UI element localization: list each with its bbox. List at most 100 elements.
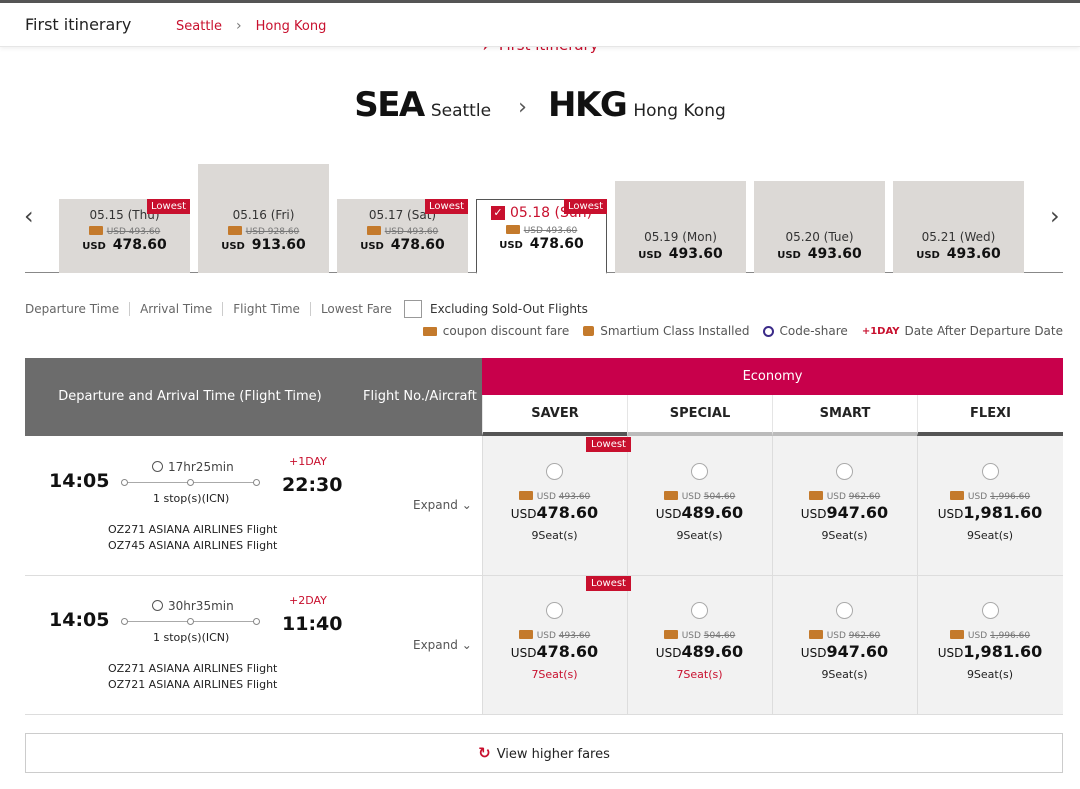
col-flight-aircraft: Flight No./Aircraft	[363, 389, 477, 404]
origin-code: SEA	[354, 85, 425, 125]
destination-code: HKG	[548, 85, 628, 125]
fare-header-flexi: FLEXI	[917, 395, 1063, 436]
route-heading: SEA Seattle › HKG Hong Kong	[0, 85, 1080, 125]
fare-header-special: SPECIAL	[627, 395, 772, 436]
legend-codeshare: Code-share	[763, 324, 848, 338]
fare-radio[interactable]	[546, 602, 563, 619]
breadcrumb-origin[interactable]: Seattle	[176, 19, 222, 34]
coupon-icon	[808, 630, 823, 639]
arrow-right-icon: ›	[518, 95, 527, 120]
flight-leg[interactable]: OZ271 ASIANA AIRLINES Flight	[108, 522, 277, 538]
clock-icon	[152, 600, 163, 611]
flight-duration: 30hr35min	[152, 599, 234, 613]
breadcrumb: Seattle › Hong Kong	[176, 18, 326, 34]
cabin-economy-header: Economy	[482, 358, 1063, 395]
legend-smartium: Smartium Class Installed	[583, 324, 749, 338]
exclude-sold-out-checkbox[interactable]	[404, 300, 422, 318]
fare-price: USD478.60	[510, 642, 599, 661]
sort-departure-time[interactable]: Departure Time	[25, 302, 129, 316]
fare-price: USD489.60	[655, 503, 744, 522]
fare-cell-saver[interactable]: USD 493.60 USD478.60 7Seat(s)	[482, 602, 627, 681]
fare-cell-smart[interactable]: USD 962.60 USD947.60 9Seat(s)	[772, 602, 917, 681]
sort-lowest-fare[interactable]: Lowest Fare	[309, 302, 402, 316]
date-card[interactable]: 05.21 (Wed) USD 493.60	[893, 181, 1024, 273]
timeline-end-dot	[253, 618, 260, 625]
date-card[interactable]: 05.17 (Sat) USD 493.60 USD 478.60 Lowest	[337, 199, 468, 273]
chevron-left-icon[interactable]: ‹	[24, 202, 34, 230]
flight-duration: 17hr25min	[152, 460, 234, 474]
date-old-fare: USD 493.60	[337, 226, 468, 237]
seats-left: 7Seat(s)	[676, 668, 723, 681]
fare-radio[interactable]	[836, 463, 853, 480]
fare-cell-flexi[interactable]: USD 1,996.60 USD1,981.60 9Seat(s)	[917, 463, 1063, 542]
flight-leg[interactable]: OZ745 ASIANA AIRLINES Flight	[108, 538, 277, 554]
fare-radio[interactable]	[691, 463, 708, 480]
seats-left: 9Seat(s)	[676, 529, 723, 542]
old-fare: USD 504.60	[627, 630, 772, 641]
date-fare: USD 478.60	[82, 237, 167, 253]
old-fare: USD 962.60	[772, 630, 917, 641]
flight-legs: OZ271 ASIANA AIRLINES Flight OZ745 ASIAN…	[108, 522, 277, 554]
coupon-icon	[518, 630, 533, 639]
fare-radio[interactable]	[691, 602, 708, 619]
refresh-icon: ↻	[478, 744, 491, 762]
date-card-selected[interactable]: ✓ 05.18 (Sun) USD 493.60 USD 478.60 Lowes…	[476, 199, 607, 274]
fare-cell-flexi[interactable]: USD 1,996.60 USD1,981.60 9Seat(s)	[917, 602, 1063, 681]
chevron-right-icon[interactable]: ›	[1050, 202, 1060, 230]
fare-cell-special[interactable]: USD 504.60 USD489.60 7Seat(s)	[627, 602, 772, 681]
check-icon: ✓	[490, 206, 505, 220]
exclude-sold-out-label: Excluding Sold-Out Flights	[430, 302, 588, 316]
fare-price: USD1,981.60	[937, 642, 1043, 661]
plus-day-tag: +2DAY	[289, 594, 327, 607]
sort-arrival-time[interactable]: Arrival Time	[129, 302, 222, 316]
expand-button[interactable]: Expand ⌄	[413, 498, 472, 512]
origin-city: Seattle	[430, 101, 492, 121]
date-label: 05.19 (Mon)	[644, 230, 717, 244]
fare-cell-smart[interactable]: USD 962.60 USD947.60 9Seat(s)	[772, 463, 917, 542]
seats-left: 9Seat(s)	[821, 668, 868, 681]
breadcrumb-destination[interactable]: Hong Kong	[256, 19, 327, 34]
flight-leg[interactable]: OZ271 ASIANA AIRLINES Flight	[108, 661, 277, 677]
sort-flight-time[interactable]: Flight Time	[222, 302, 310, 316]
date-card[interactable]: 05.19 (Mon) USD 493.60	[615, 181, 746, 273]
coupon-icon	[227, 226, 242, 235]
fare-cell-saver[interactable]: USD 493.60 USD478.60 9Seat(s)	[482, 463, 627, 542]
view-higher-fares-button[interactable]: ↻ View higher fares	[25, 733, 1063, 773]
view-higher-fares-label: View higher fares	[496, 747, 610, 762]
date-card[interactable]: 05.20 (Tue) USD 493.60	[754, 181, 885, 273]
lowest-badge: Lowest	[564, 199, 607, 214]
coupon-icon	[366, 226, 381, 235]
chevron-right-icon: ›	[236, 18, 242, 34]
fare-price: USD489.60	[655, 642, 744, 661]
date-card[interactable]: 05.15 (Thu) USD 493.60 USD 478.60 Lowest	[59, 199, 190, 273]
arrival-time: 22:30	[282, 474, 343, 496]
date-label: 05.16 (Fri)	[232, 208, 295, 222]
date-card[interactable]: 05.16 (Fri) USD 928.60 USD 913.60	[198, 164, 329, 273]
timeline-start-dot	[121, 479, 128, 486]
timeline	[121, 618, 260, 625]
timeline-stop-dot	[187, 479, 194, 486]
plus-day-tag: +1DAY	[289, 455, 327, 468]
arrival-time: 11:40	[282, 613, 343, 635]
old-fare: USD 1,996.60	[917, 630, 1063, 641]
fare-radio[interactable]	[836, 602, 853, 619]
lowest-badge: Lowest	[586, 576, 631, 591]
fare-radio[interactable]	[981, 463, 999, 480]
timeline	[121, 479, 260, 486]
fare-cell-special[interactable]: USD 504.60 USD489.60 9Seat(s)	[627, 463, 772, 542]
exclude-sold-out-filter[interactable]: Excluding Sold-Out Flights	[404, 300, 588, 318]
destination-city: Hong Kong	[633, 101, 726, 121]
date-fare: USD 493.60	[777, 246, 862, 262]
legend-plusday: +1DAY Date After Departure Date	[861, 324, 1063, 338]
fare-radio[interactable]	[546, 463, 563, 480]
col-departure-arrival: Departure and Arrival Time (Flight Time)	[58, 389, 322, 404]
coupon-icon	[663, 630, 678, 639]
fare-radio[interactable]	[981, 602, 999, 619]
old-fare: USD 962.60	[772, 491, 917, 502]
fare-header-smart: SMART	[772, 395, 917, 436]
itinerary-title: First itinerary	[25, 15, 132, 34]
flight-leg[interactable]: OZ721 ASIANA AIRLINES Flight	[108, 677, 277, 693]
timeline-start-dot	[121, 618, 128, 625]
expand-button[interactable]: Expand ⌄	[413, 638, 472, 652]
coupon-icon	[663, 491, 678, 500]
